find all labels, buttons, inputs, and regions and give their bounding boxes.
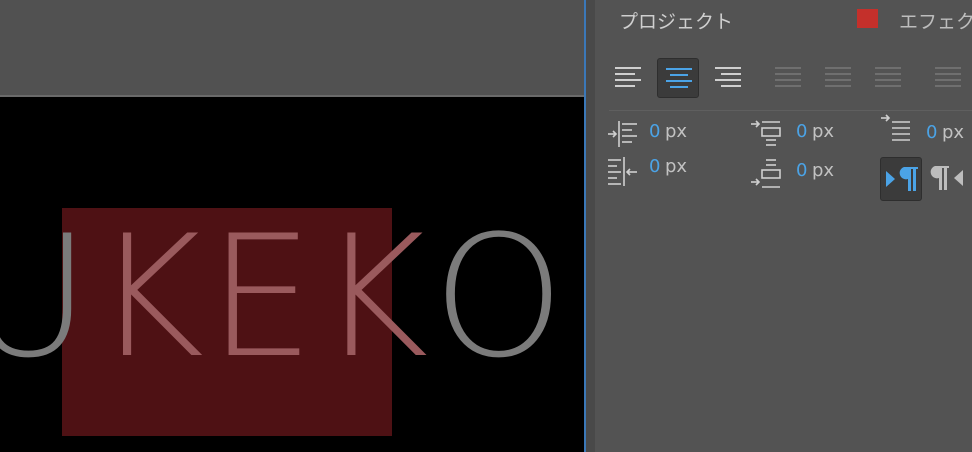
space-before-icon xyxy=(751,120,781,146)
space-before-unit: px xyxy=(812,121,835,142)
rtl-paragraph-icon xyxy=(930,166,963,190)
first-line-indent-icon xyxy=(881,114,910,141)
justify-last-center-button xyxy=(817,58,859,98)
program-monitor-viewer[interactable]: UKEKO xyxy=(0,97,584,452)
ltr-direction-button[interactable] xyxy=(880,157,922,201)
justify-all-button xyxy=(927,58,969,98)
first-line-indent-field[interactable]: 0 px xyxy=(880,114,970,143)
align-left-icon xyxy=(615,67,641,87)
ltr-paragraph-icon xyxy=(886,167,918,191)
title-char: U xyxy=(0,199,94,395)
panel-tab-bar: プロジェクト エフェク xyxy=(595,0,972,40)
align-center-icon xyxy=(666,68,692,88)
first-line-indent-value[interactable]: 0 xyxy=(926,122,937,143)
right-indent-value[interactable]: 0 xyxy=(649,156,660,177)
tab-project[interactable]: プロジェクト xyxy=(619,7,733,34)
right-indent-unit: px xyxy=(665,156,688,177)
align-right-icon xyxy=(715,67,741,87)
space-after-icon xyxy=(751,159,781,188)
title-char: K xyxy=(93,199,209,395)
title-text-layer[interactable]: UKEKO xyxy=(0,199,569,395)
left-indent-icon xyxy=(608,121,637,147)
align-center-button[interactable] xyxy=(657,58,699,98)
essential-graphics-panel: プロジェクト エフェク 0 px 0 px 0 px 0 px 0 px xyxy=(595,0,972,452)
space-before-field[interactable]: 0 px xyxy=(750,120,840,146)
left-indent-value[interactable]: 0 xyxy=(649,121,660,142)
justify-last-center-icon xyxy=(825,67,851,87)
tab-effects[interactable]: エフェク xyxy=(899,7,972,34)
monitor-toolbar-area xyxy=(0,0,584,95)
first-line-indent-unit: px xyxy=(942,122,965,143)
title-char: K xyxy=(318,199,433,395)
left-indent-field[interactable]: 0 px xyxy=(607,120,697,147)
color-swatch[interactable] xyxy=(857,9,878,28)
left-indent-unit: px xyxy=(665,121,688,142)
align-right-button[interactable] xyxy=(707,58,749,98)
title-char: O xyxy=(432,199,569,395)
title-char: E xyxy=(208,199,319,395)
right-indent-icon xyxy=(608,157,637,186)
justify-last-right-button xyxy=(867,58,909,98)
justify-last-right-icon xyxy=(875,67,901,87)
section-divider xyxy=(609,110,972,111)
justify-all-icon xyxy=(935,67,961,87)
justify-last-left-button xyxy=(767,58,809,98)
justify-last-left-icon xyxy=(775,67,801,87)
space-before-value[interactable]: 0 xyxy=(796,121,807,142)
panel-resize-gutter[interactable] xyxy=(586,0,595,452)
space-after-field[interactable]: 0 px xyxy=(750,158,840,188)
space-after-unit: px xyxy=(812,160,835,181)
align-left-button[interactable] xyxy=(607,58,649,98)
right-indent-field[interactable]: 0 px xyxy=(607,155,697,186)
rtl-direction-button[interactable] xyxy=(928,157,970,201)
space-after-value[interactable]: 0 xyxy=(796,160,807,181)
